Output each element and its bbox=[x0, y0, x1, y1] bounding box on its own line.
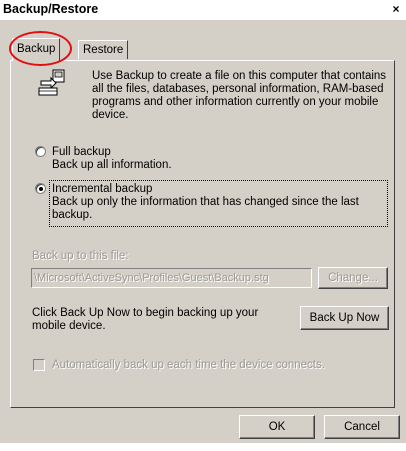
incremental-description-line-2: backup. bbox=[52, 209, 93, 221]
incremental-backup-radio[interactable] bbox=[35, 183, 46, 194]
backup-file-label: Back up to this file: bbox=[32, 250, 129, 262]
bottom-edge bbox=[0, 443, 406, 451]
backup-file-field[interactable]: \Microsoft\ActiveSync\Profiles\Guest\Bac… bbox=[31, 268, 312, 288]
auto-backup-label: Automatically back up each time the devi… bbox=[52, 359, 325, 371]
intro-line-1: Use Backup to create a file on this comp… bbox=[92, 70, 387, 82]
window-title: Backup/Restore bbox=[3, 2, 99, 16]
intro-line-4: device. bbox=[92, 109, 129, 121]
auto-backup-checkbox[interactable] bbox=[33, 359, 45, 371]
back-up-now-button[interactable]: Back Up Now bbox=[300, 306, 389, 330]
intro-line-3: programs and other information currently… bbox=[92, 96, 379, 108]
backup-now-instruction-2: mobile device. bbox=[32, 320, 106, 332]
intro-line-2: all the files, databases, personal infor… bbox=[92, 83, 384, 95]
highlight-annotation bbox=[9, 31, 72, 66]
backup-tab-panel bbox=[10, 60, 395, 408]
full-backup-description: Back up all information. bbox=[52, 159, 172, 171]
close-icon[interactable]: × bbox=[389, 2, 403, 16]
change-button[interactable]: Change... bbox=[318, 267, 388, 289]
ok-button[interactable]: OK bbox=[239, 415, 315, 439]
full-backup-radio[interactable] bbox=[35, 146, 46, 157]
backup-icon bbox=[38, 69, 65, 96]
cancel-button[interactable]: Cancel bbox=[324, 415, 400, 439]
backup-now-instruction-1: Click Back Up Now to begin backing up yo… bbox=[32, 307, 259, 319]
incremental-description-line-1: Back up only the information that has ch… bbox=[52, 196, 359, 208]
full-backup-label[interactable]: Full backup bbox=[52, 146, 111, 159]
incremental-backup-label[interactable]: Incremental backup bbox=[52, 183, 152, 196]
title-bar: Backup/Restore × bbox=[0, 0, 406, 20]
tab-restore[interactable]: Restore bbox=[78, 40, 129, 59]
backup-restore-dialog: Backup/Restore × Backup Restore Use Back… bbox=[0, 0, 406, 451]
